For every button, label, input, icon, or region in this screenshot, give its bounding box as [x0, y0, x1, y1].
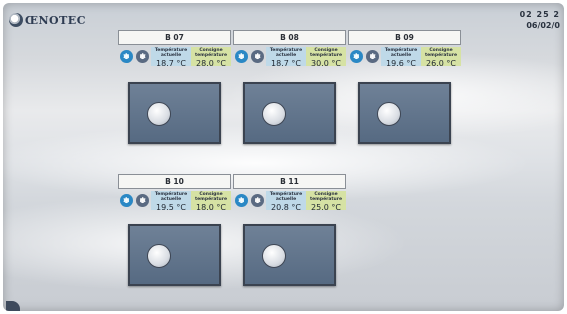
brand-name: ŒNOTEC — [25, 13, 86, 27]
zone-b10[interactable]: B 10 Température actuelle 19.5 °C Consig… — [118, 174, 231, 212]
setpoint-temperature-label: Consigne température — [424, 48, 458, 58]
zone-info: Température actuelle 19.6 °C Consigne te… — [348, 47, 461, 68]
actual-temperature-value: 18.7 °C — [156, 59, 186, 68]
setpoint-temperature-label: Consigne température — [309, 48, 343, 58]
zone-b09-control-panel[interactable] — [358, 82, 451, 144]
actual-temperature: Température actuelle 19.6 °C — [381, 47, 421, 68]
zone-info: Température actuelle 20.8 °C Consigne te… — [233, 191, 346, 212]
setpoint-temperature-value[interactable]: 26.0 °C — [426, 59, 456, 68]
clock-date: 06/02/0 — [526, 21, 560, 30]
zone-b11-control-panel[interactable] — [243, 224, 336, 286]
setpoint-temperature-label: Consigne température — [309, 192, 343, 202]
cooling-icon[interactable] — [136, 50, 150, 63]
actual-temperature-value: 20.8 °C — [271, 203, 301, 212]
actual-temperature-value: 19.6 °C — [386, 59, 416, 68]
fan-icon[interactable] — [119, 194, 133, 207]
fan-icon[interactable] — [234, 194, 248, 207]
zone-b08[interactable]: B 08 Température actuelle 18.7 °C Consig… — [233, 30, 346, 68]
cooling-icon[interactable] — [251, 50, 265, 63]
zone-b09[interactable]: B 09 Température actuelle 19.6 °C Consig… — [348, 30, 461, 68]
setpoint-temperature-value[interactable]: 25.0 °C — [311, 203, 341, 212]
clock: 02 25 2 06/02/0 — [520, 10, 560, 30]
zone-b07[interactable]: B 07 Température actuelle 18.7 °C Consig… — [118, 30, 231, 68]
zone-title[interactable]: B 08 — [233, 30, 346, 45]
logo-icon — [9, 13, 23, 27]
actual-temperature-label: Température actuelle — [384, 48, 418, 58]
cooling-icon[interactable] — [366, 50, 380, 63]
setpoint-temperature[interactable]: Consigne température 18.0 °C — [191, 191, 231, 212]
zone-info: Température actuelle 19.5 °C Consigne te… — [118, 191, 231, 212]
zone-info: Température actuelle 18.7 °C Consigne te… — [233, 47, 346, 68]
setpoint-temperature[interactable]: Consigne température 26.0 °C — [421, 47, 461, 68]
cooling-icon[interactable] — [251, 194, 265, 207]
fan-icon[interactable] — [234, 50, 248, 63]
actual-temperature-label: Température actuelle — [154, 192, 188, 202]
zone-title[interactable]: B 07 — [118, 30, 231, 45]
hmi-screen: ŒNOTEC 02 25 2 06/02/0 B 07 Température … — [3, 3, 564, 311]
zone-title[interactable]: B 09 — [348, 30, 461, 45]
actual-temperature: Température actuelle 18.7 °C — [266, 47, 306, 68]
knob-icon[interactable] — [377, 102, 401, 126]
setpoint-temperature[interactable]: Consigne température 25.0 °C — [306, 191, 346, 212]
setpoint-temperature-value[interactable]: 18.0 °C — [196, 203, 226, 212]
zone-b10-control-panel[interactable] — [128, 224, 221, 286]
actual-temperature-value: 18.7 °C — [271, 59, 301, 68]
actual-temperature-label: Température actuelle — [269, 48, 303, 58]
cooling-icon[interactable] — [136, 194, 150, 207]
zone-title[interactable]: B 11 — [233, 174, 346, 189]
fan-icon[interactable] — [349, 50, 363, 63]
knob-icon[interactable] — [147, 102, 171, 126]
setpoint-temperature[interactable]: Consigne température 28.0 °C — [191, 47, 231, 68]
setpoint-temperature-label: Consigne température — [194, 192, 228, 202]
setpoint-temperature-value[interactable]: 30.0 °C — [311, 59, 341, 68]
clock-time: 02 25 2 — [519, 10, 560, 19]
actual-temperature-value: 19.5 °C — [156, 203, 186, 212]
knob-icon[interactable] — [262, 102, 286, 126]
knob-icon[interactable] — [147, 244, 171, 268]
zone-b07-control-panel[interactable] — [128, 82, 221, 144]
actual-temperature: Température actuelle 19.5 °C — [151, 191, 191, 212]
zone-b08-control-panel[interactable] — [243, 82, 336, 144]
menu-button[interactable] — [6, 301, 20, 311]
zone-b11[interactable]: B 11 Température actuelle 20.8 °C Consig… — [233, 174, 346, 212]
setpoint-temperature-value[interactable]: 28.0 °C — [196, 59, 226, 68]
actual-temperature-label: Température actuelle — [154, 48, 188, 58]
knob-icon[interactable] — [262, 244, 286, 268]
actual-temperature: Température actuelle 18.7 °C — [151, 47, 191, 68]
actual-temperature-label: Température actuelle — [269, 192, 303, 202]
setpoint-temperature[interactable]: Consigne température 30.0 °C — [306, 47, 346, 68]
zone-info: Température actuelle 18.7 °C Consigne te… — [118, 47, 231, 68]
setpoint-temperature-label: Consigne température — [194, 48, 228, 58]
zone-title[interactable]: B 10 — [118, 174, 231, 189]
actual-temperature: Température actuelle 20.8 °C — [266, 191, 306, 212]
brand-logo: ŒNOTEC — [9, 10, 86, 30]
fan-icon[interactable] — [119, 50, 133, 63]
